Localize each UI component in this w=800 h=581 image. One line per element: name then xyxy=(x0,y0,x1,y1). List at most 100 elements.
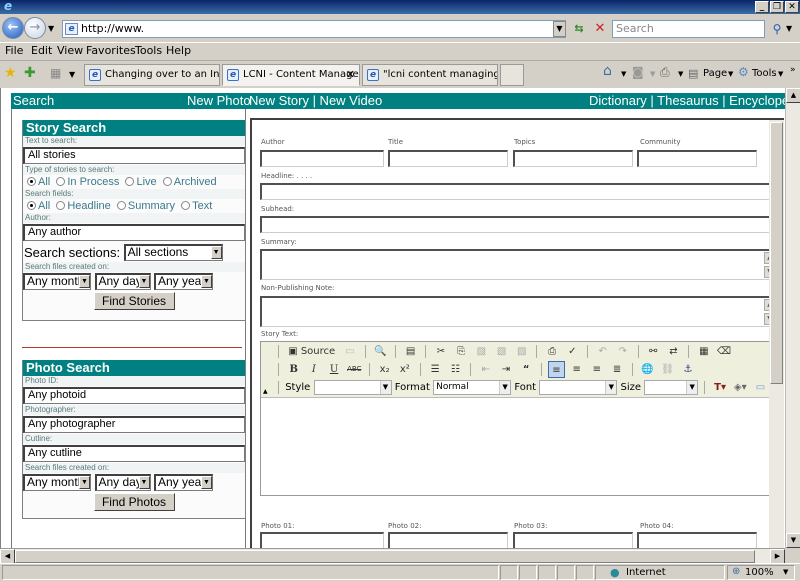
feeds-icon[interactable]: ◙ xyxy=(632,64,644,80)
radio-field-headline[interactable]: Headline xyxy=(56,200,111,212)
menu-edit[interactable]: Edit xyxy=(31,44,52,58)
page-dropdown[interactable]: ▼ xyxy=(728,66,733,82)
subhead-field[interactable] xyxy=(260,216,774,233)
photo-04-field[interactable] xyxy=(637,532,757,548)
size-select[interactable]: ▼ xyxy=(644,380,699,395)
spellcheck-icon[interactable]: ✓ xyxy=(564,343,581,360)
background-color-icon[interactable]: ◈▾ xyxy=(732,379,749,396)
restore-button[interactable]: ❐ xyxy=(770,1,784,13)
tools-menu[interactable]: Tools xyxy=(752,66,777,82)
form-scrollbar[interactable] xyxy=(769,120,784,548)
quick-tabs-icon[interactable]: ▦ xyxy=(50,66,61,80)
find-icon[interactable]: ⚯ xyxy=(645,343,662,360)
blockquote-icon[interactable]: “ xyxy=(518,361,535,378)
photo-day-select[interactable]: Any day ▼ xyxy=(94,474,151,491)
text-color-icon[interactable]: T▾ xyxy=(712,379,729,396)
zoom-pane[interactable]: ⊕ 100% ▼ xyxy=(727,565,795,580)
tab-lcni-search[interactable]: e "lcni content managing syste... xyxy=(362,64,498,86)
menu-file[interactable]: File xyxy=(5,44,23,58)
page-menu[interactable]: Page xyxy=(703,66,727,82)
new-tab-button[interactable] xyxy=(500,64,524,86)
radio-type-archived[interactable]: Archived xyxy=(162,176,217,188)
remove-format-icon[interactable]: ⌫ xyxy=(716,343,733,360)
tab-list-dropdown[interactable]: ▼ xyxy=(69,70,75,79)
search-options-dropdown[interactable]: ▼ xyxy=(786,24,792,33)
search-input[interactable]: Search xyxy=(612,20,765,38)
scroll-up-arrow[interactable]: ▲ xyxy=(786,88,800,103)
back-button[interactable]: ← xyxy=(2,17,24,39)
form-scroll-thumb[interactable] xyxy=(770,122,783,384)
collapse-toolbar-icon[interactable]: ▲ xyxy=(263,388,268,395)
tab-lcni-content-management[interactable]: e LCNI - Content Managem... ✕ xyxy=(222,64,360,86)
numbered-list-icon[interactable]: ☰ xyxy=(427,361,444,378)
anchor-icon[interactable]: ⚓ xyxy=(679,361,696,378)
address-dropdown[interactable]: ▼ xyxy=(553,21,566,37)
refresh-button[interactable]: ⇆ xyxy=(570,20,588,38)
radio-type-all[interactable]: All xyxy=(27,176,50,188)
templates-icon[interactable]: ▤ xyxy=(402,343,419,360)
justify-icon[interactable]: ≣ xyxy=(609,361,626,378)
menu-help[interactable]: Help xyxy=(166,44,191,58)
unlink-icon[interactable]: ⛓ xyxy=(659,361,676,378)
save-icon[interactable]: ▭ xyxy=(341,343,358,360)
tools-dropdown[interactable]: ▼ xyxy=(778,66,783,82)
minimize-button[interactable]: _ xyxy=(755,1,769,13)
link-icon[interactable]: 🌐 xyxy=(639,361,656,378)
feeds-dropdown[interactable]: ▼ xyxy=(650,66,655,82)
align-center-icon[interactable]: ≡ xyxy=(568,361,585,378)
photo-month-select[interactable]: Any month ▼ xyxy=(23,474,91,491)
sections-select[interactable]: All sections ▼ xyxy=(123,244,223,261)
underline-icon[interactable]: U xyxy=(326,361,343,378)
headline-field[interactable] xyxy=(260,183,774,200)
style-select[interactable]: ▼ xyxy=(313,380,392,395)
radio-type-in-process[interactable]: In Process xyxy=(56,176,119,188)
title-field[interactable] xyxy=(388,150,508,167)
radio-field-summary[interactable]: Summary xyxy=(116,200,175,212)
undo-icon[interactable]: ↶ xyxy=(594,343,611,360)
nav-new-photo-link[interactable]: New Photo xyxy=(187,93,251,109)
nav-search-link[interactable]: Search xyxy=(13,93,54,109)
font-select[interactable]: ▼ xyxy=(539,380,618,395)
maximize-icon[interactable]: ▭ xyxy=(752,379,769,396)
address-input[interactable]: e http://www. xyxy=(62,20,566,38)
author-input[interactable]: Any author xyxy=(23,224,245,241)
outdent-icon[interactable]: ⇤ xyxy=(477,361,494,378)
italic-icon[interactable]: I xyxy=(305,361,322,378)
search-button[interactable]: ⚲ xyxy=(769,20,785,38)
add-favorite-icon[interactable]: ✚ xyxy=(24,65,36,81)
format-select[interactable]: Normal ▼ xyxy=(433,380,512,395)
copy-icon[interactable]: ⎘ xyxy=(453,343,470,360)
tab-changing-over[interactable]: e Changing over to an Interne... xyxy=(84,64,220,86)
day-select[interactable]: Any day ▼ xyxy=(94,273,151,290)
zoom-dropdown[interactable]: ▼ xyxy=(783,568,788,576)
print-icon[interactable]: ⎙ xyxy=(544,343,561,360)
recent-pages-dropdown[interactable]: ▼ xyxy=(48,24,54,33)
horizontal-scroll-thumb[interactable] xyxy=(15,550,755,563)
topics-field[interactable] xyxy=(513,150,633,167)
print-dropdown[interactable]: ▼ xyxy=(678,66,683,82)
indent-icon[interactable]: ⇥ xyxy=(497,361,514,378)
home-icon[interactable]: ⌂ xyxy=(603,63,612,79)
editor-content-area[interactable] xyxy=(261,399,773,495)
photo-02-field[interactable] xyxy=(388,532,508,548)
community-field[interactable] xyxy=(637,150,757,167)
align-left-icon[interactable]: ≡ xyxy=(548,361,565,378)
select-all-icon[interactable]: ▦ xyxy=(695,343,712,360)
print-icon[interactable]: ⎙ xyxy=(660,64,670,80)
month-select[interactable]: Any month ▼ xyxy=(23,273,91,290)
align-right-icon[interactable]: ≡ xyxy=(588,361,605,378)
stop-button[interactable]: ✕ xyxy=(591,20,609,38)
preview-icon[interactable]: 🔍 xyxy=(372,343,389,360)
strikethrough-icon[interactable]: ABC xyxy=(346,361,363,378)
year-select[interactable]: Any year ▼ xyxy=(154,273,213,290)
paste-icon[interactable]: ▧ xyxy=(473,343,490,360)
paste-text-icon[interactable]: ▧ xyxy=(493,343,510,360)
page-horizontal-scrollbar[interactable]: ◀ ▶ xyxy=(0,548,785,564)
non-publishing-note-textarea[interactable]: ▲ ▼ xyxy=(260,296,776,327)
more-commands-icon[interactable]: » xyxy=(790,62,796,78)
cut-icon[interactable]: ✂ xyxy=(433,343,450,360)
photo-id-input[interactable]: Any photoid xyxy=(23,387,245,404)
radio-type-live[interactable]: Live xyxy=(125,176,157,188)
replace-icon[interactable]: ⇄ xyxy=(665,343,682,360)
redo-icon[interactable]: ↷ xyxy=(614,343,631,360)
